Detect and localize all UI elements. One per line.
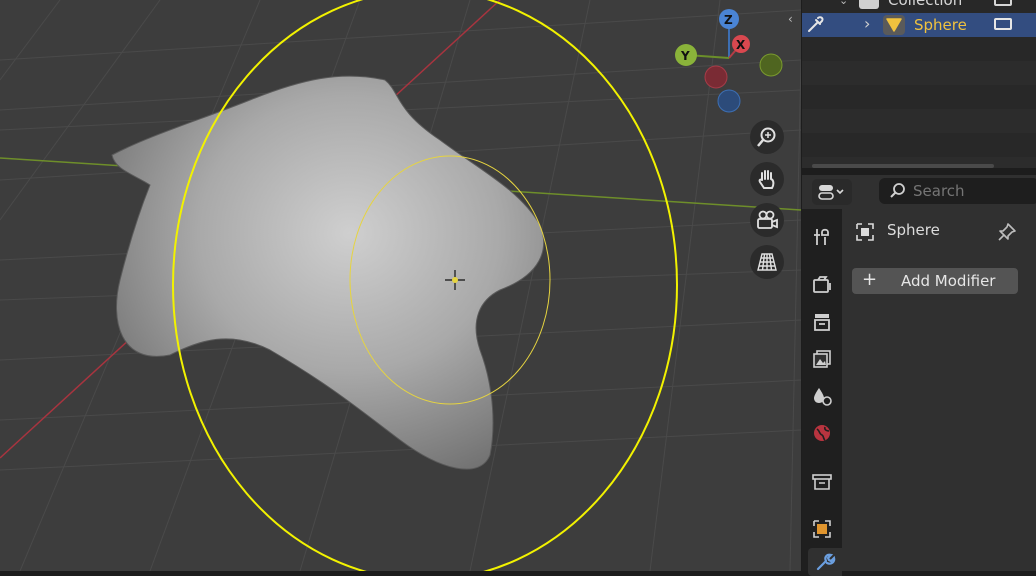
modifier-tab[interactable] — [808, 548, 842, 576]
camera-icon — [757, 210, 778, 229]
properties-panel: Sphere + Add Modifier — [802, 175, 1036, 576]
navigation-gizmo: Z X Y — [675, 9, 783, 113]
object-name-label: Sphere — [887, 221, 940, 239]
mesh-icon-bg — [883, 15, 905, 35]
collection-label[interactable]: Collection — [888, 0, 962, 12]
ortho-toggle-button[interactable] — [750, 245, 784, 279]
properties-editor-icon — [818, 185, 844, 200]
gizmo-neg-z — [717, 89, 741, 113]
object-name-row: Sphere — [850, 219, 1030, 245]
monitor-icon[interactable] — [994, 0, 1012, 6]
gizmo-y-label: Y — [680, 49, 690, 63]
pan-hand-icon — [758, 170, 775, 189]
object-icon — [856, 223, 874, 241]
outliner-scrollbar[interactable] — [812, 164, 994, 168]
scene-icon — [814, 388, 832, 406]
world-tab[interactable] — [808, 419, 836, 447]
mesh-triangle-icon — [886, 18, 902, 32]
modifier-wrench-icon — [816, 553, 836, 571]
viewport-scene[interactable]: Z X Y — [0, 0, 801, 571]
properties-search-field[interactable] — [879, 178, 1036, 204]
outliner-empty-row — [802, 109, 1036, 133]
pan-button[interactable] — [750, 162, 784, 196]
ortho-grid-icon — [757, 253, 777, 271]
outliner-panel: ⌄ Collection › Sphere — [802, 0, 1036, 168]
editor-type-dropdown[interactable] — [812, 179, 852, 205]
pin-icon[interactable] — [996, 221, 1018, 243]
collection-icon — [859, 0, 879, 9]
add-modifier-label: Add Modifier — [901, 272, 996, 290]
zoom-button[interactable] — [750, 120, 784, 154]
properties-tabs-sidebar — [802, 175, 842, 576]
output-icon — [814, 314, 830, 331]
gizmo-neg-x — [704, 65, 728, 89]
3d-viewport[interactable]: Z X Y ‹ — [0, 0, 801, 571]
tool-tab[interactable] — [808, 223, 836, 251]
gizmo-neg-y — [759, 53, 783, 77]
view-layer-icon — [813, 350, 831, 368]
object-tab[interactable] — [808, 515, 836, 543]
eyedropper-icon[interactable] — [805, 15, 827, 35]
outliner-empty-row — [802, 61, 1036, 85]
output-tab[interactable] — [808, 308, 836, 336]
sphere-label[interactable]: Sphere — [914, 13, 967, 37]
collection-tab[interactable] — [808, 468, 836, 496]
search-input[interactable] — [913, 181, 1031, 201]
render-icon — [813, 276, 831, 293]
tool-icon — [814, 228, 829, 245]
gizmo-z-label: Z — [724, 13, 733, 27]
plus-icon: + — [862, 269, 878, 290]
render-tab[interactable] — [808, 271, 836, 299]
chevron-down-icon[interactable]: ⌄ — [839, 0, 848, 13]
zoom-icon — [757, 127, 776, 147]
outliner-row-sphere[interactable]: › Sphere — [802, 13, 1036, 37]
sidebar-toggle-icon[interactable]: ‹ — [788, 12, 793, 26]
properties-header — [802, 175, 1036, 209]
gizmo-x-label: X — [736, 38, 746, 52]
camera-view-button[interactable] — [750, 203, 784, 237]
sphere-mesh — [111, 75, 545, 470]
world-icon — [814, 425, 830, 441]
search-icon — [890, 183, 905, 198]
scene-tab[interactable] — [808, 382, 836, 410]
chevron-right-icon[interactable]: › — [864, 12, 870, 36]
object-icon — [813, 520, 831, 538]
add-modifier-button[interactable]: + Add Modifier — [852, 268, 1018, 294]
outliner-row-collection[interactable]: ⌄ Collection — [802, 0, 1036, 13]
collection-icon — [812, 474, 832, 490]
monitor-icon[interactable] — [994, 18, 1012, 30]
view-layer-tab[interactable] — [808, 345, 836, 373]
